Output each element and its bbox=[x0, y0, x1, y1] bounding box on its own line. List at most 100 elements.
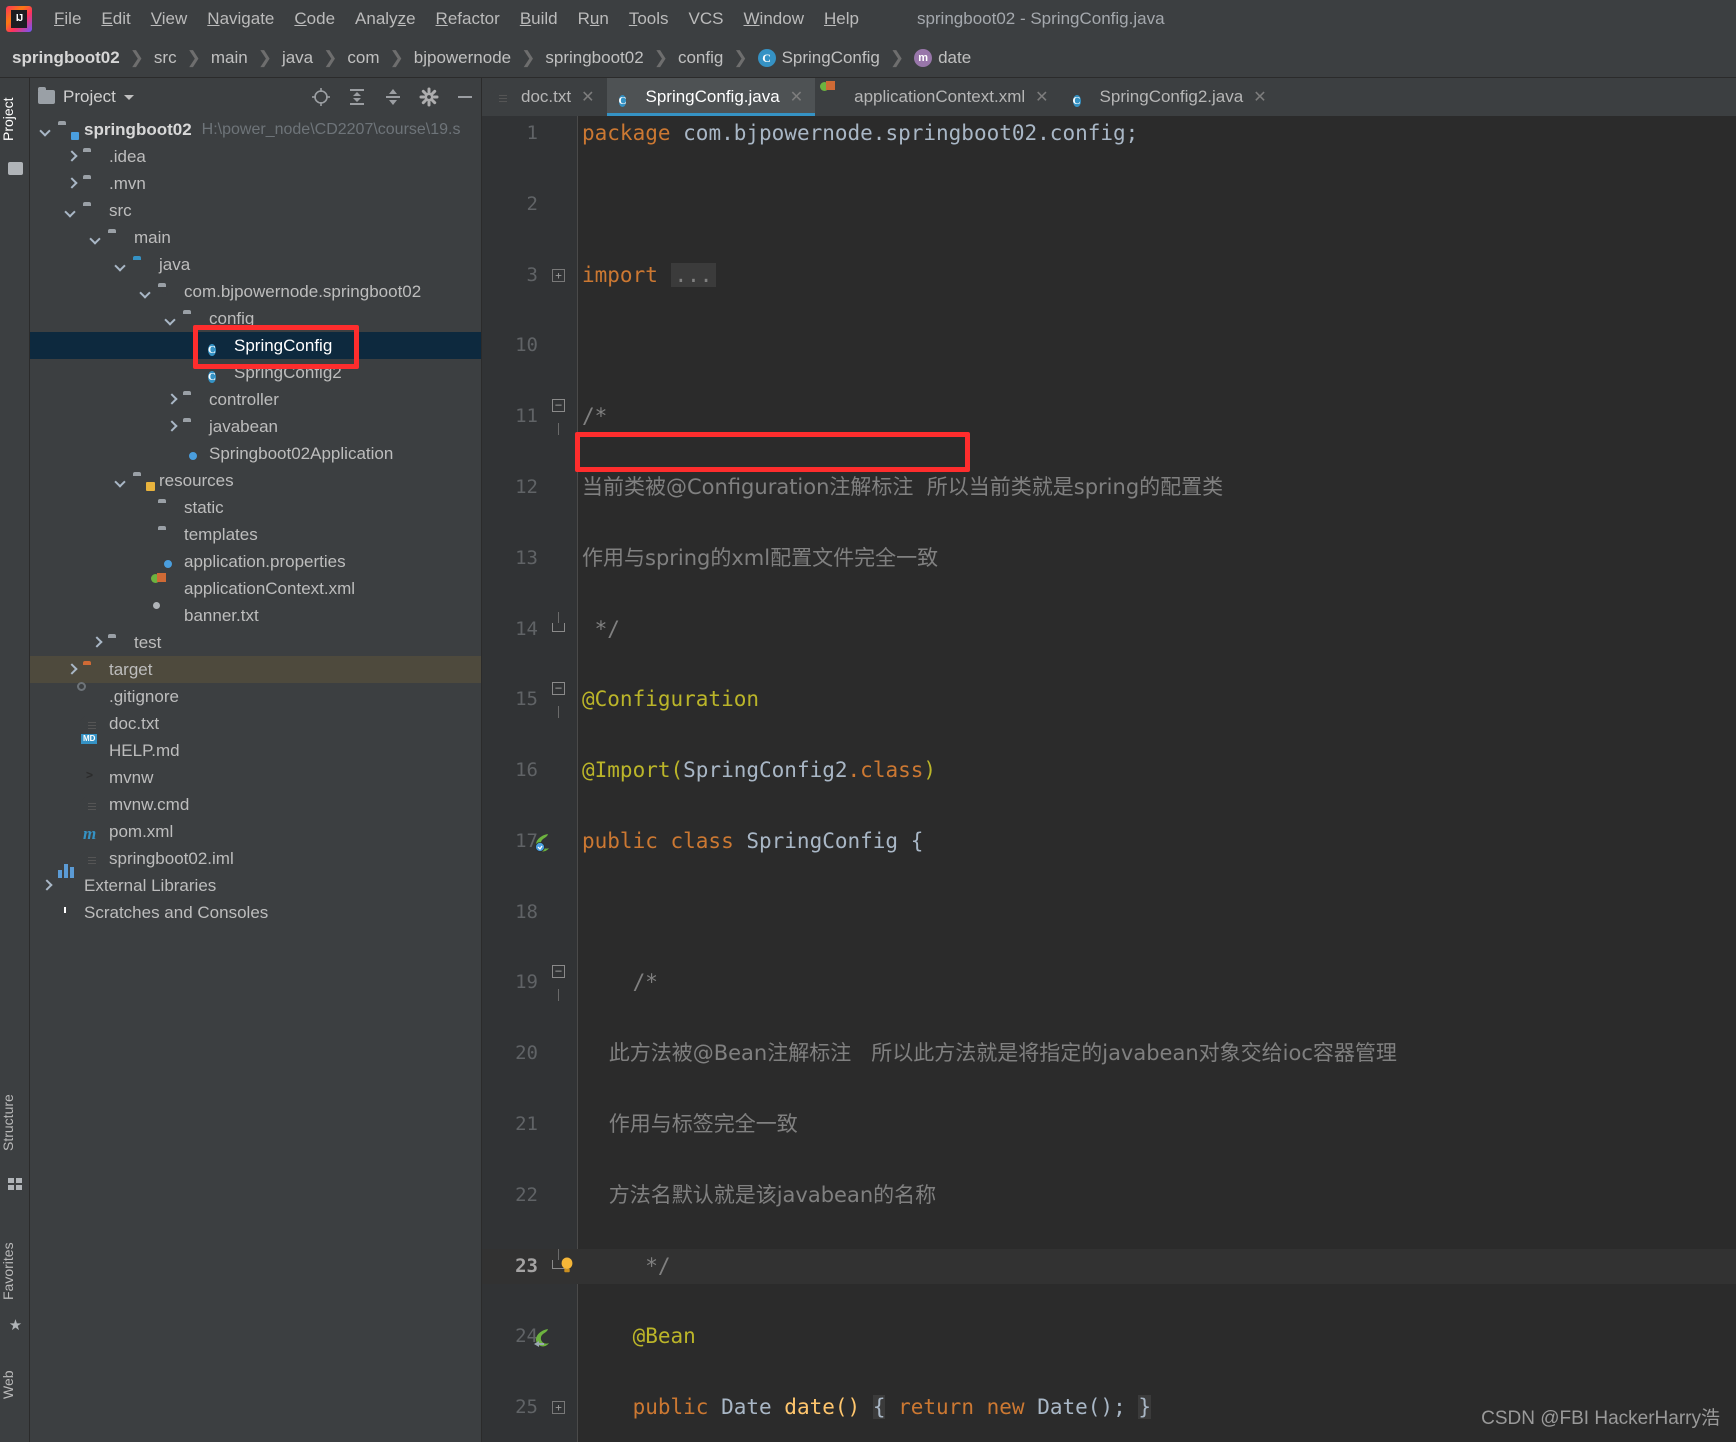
expand-all-icon[interactable] bbox=[347, 87, 367, 107]
menu-analyze[interactable]: Analyze bbox=[345, 7, 426, 31]
tree-node-src[interactable]: src bbox=[30, 197, 481, 224]
close-icon[interactable]: ✕ bbox=[790, 87, 803, 107]
tree-node-springconfig2[interactable]: C SpringConfig2 bbox=[30, 359, 481, 386]
expand-arrow-icon[interactable] bbox=[65, 664, 77, 676]
menu-window[interactable]: Window bbox=[734, 7, 814, 31]
tree-node-banner-txt[interactable]: banner.txt bbox=[30, 600, 481, 629]
code-editor[interactable]: 1 package com.bjpowernode.springboot02.co… bbox=[482, 116, 1736, 1442]
tree-node-com-bjpowernode-springboot02[interactable]: com.bjpowernode.springboot02 bbox=[30, 278, 481, 305]
tree-node--gitignore[interactable]: .gitignore bbox=[30, 681, 481, 710]
collapse-all-icon[interactable] bbox=[383, 87, 403, 107]
fold-expand-icon[interactable]: + bbox=[552, 1401, 565, 1415]
tree-node-target[interactable]: target bbox=[30, 656, 481, 683]
fold-collapse-icon[interactable]: − bbox=[552, 682, 565, 696]
tree-node-config[interactable]: config bbox=[30, 305, 481, 332]
menu-vcs[interactable]: VCS bbox=[679, 7, 734, 31]
close-icon[interactable]: ✕ bbox=[1253, 87, 1266, 107]
editor-tab-doc-txt[interactable]: doc.txt ✕ bbox=[482, 78, 607, 116]
menu-view[interactable]: View bbox=[141, 7, 198, 31]
expand-arrow-icon[interactable] bbox=[165, 313, 177, 325]
tree-node-mvnw[interactable]: mvnw bbox=[30, 764, 481, 791]
breadcrumb-item-com[interactable]: com bbox=[347, 48, 379, 68]
tree-node-doc-txt[interactable]: doc.txt bbox=[30, 710, 481, 737]
editor-tab-springconfig-java[interactable]: C SpringConfig.java ✕ bbox=[606, 78, 816, 116]
expand-arrow-icon[interactable] bbox=[90, 637, 102, 649]
breadcrumb-item-bjpowernode[interactable]: bjpowernode bbox=[414, 48, 511, 68]
expand-arrow-icon[interactable] bbox=[165, 421, 177, 433]
fold-collapse-icon[interactable]: − bbox=[552, 965, 565, 979]
breadcrumb-item-springconfig[interactable]: C SpringConfig bbox=[757, 48, 880, 68]
expand-arrow-icon[interactable] bbox=[165, 394, 177, 406]
tree-node-controller[interactable]: controller bbox=[30, 386, 481, 413]
expand-arrow-icon[interactable] bbox=[40, 880, 52, 892]
close-icon[interactable]: ✕ bbox=[1035, 87, 1048, 107]
tree-node-main[interactable]: main bbox=[30, 224, 481, 251]
menu-help[interactable]: Help bbox=[814, 7, 869, 31]
tree-node--idea[interactable]: .idea bbox=[30, 143, 481, 170]
breadcrumb-item-main[interactable]: main bbox=[211, 48, 248, 68]
expand-arrow-icon[interactable] bbox=[115, 475, 127, 487]
breadcrumb-item-springboot02[interactable]: springboot02 bbox=[12, 48, 120, 68]
tree-node-application-properties[interactable]: application.properties bbox=[30, 548, 481, 575]
breadcrumb-item-src[interactable]: src bbox=[154, 48, 177, 68]
tree-node-templates[interactable]: templates bbox=[30, 521, 481, 548]
menu-run[interactable]: Run bbox=[568, 7, 619, 31]
tree-node-javabean[interactable]: javabean bbox=[30, 413, 481, 440]
tree-node-springboot02-iml[interactable]: springboot02.iml bbox=[30, 845, 481, 872]
editor-tab-springconfig2-java[interactable]: C SpringConfig2.java ✕ bbox=[1061, 78, 1279, 116]
tree-node-mvnw-cmd[interactable]: mvnw.cmd bbox=[30, 791, 481, 818]
spring-bean-gutter-icon[interactable] bbox=[532, 1327, 552, 1348]
close-icon[interactable]: ✕ bbox=[581, 87, 594, 107]
no-arrow bbox=[190, 340, 202, 352]
tree-node-pom-xml[interactable]: m pom.xml bbox=[30, 818, 481, 845]
expand-arrow-icon[interactable] bbox=[115, 259, 127, 271]
menu-edit[interactable]: Edit bbox=[91, 7, 140, 31]
tree-node-help-md[interactable]: MD HELP.md bbox=[30, 733, 481, 764]
menu-tools[interactable]: Tools bbox=[619, 7, 679, 31]
expand-arrow-icon[interactable] bbox=[140, 286, 152, 298]
project-tree[interactable]: springboot02 H:\power_node\CD2207\course\… bbox=[30, 116, 481, 1442]
chevron-down-icon[interactable] bbox=[123, 94, 134, 100]
tree-node-springboot02application[interactable]: Springboot02Application bbox=[30, 440, 481, 467]
editor-tab-applicationcontext-xml[interactable]: applicationContext.xml ✕ bbox=[815, 78, 1060, 116]
tool-button-structure[interactable]: Structure bbox=[0, 1078, 30, 1168]
expand-arrow-icon[interactable] bbox=[65, 151, 77, 163]
breadcrumb-item-springboot02[interactable]: springboot02 bbox=[545, 48, 643, 68]
breadcrumb-item-date[interactable]: m date bbox=[914, 48, 971, 68]
expand-arrow-icon[interactable] bbox=[65, 205, 77, 217]
menu-navigate[interactable]: Navigate bbox=[197, 7, 284, 31]
expand-arrow-icon[interactable] bbox=[40, 124, 52, 136]
tree-node-springconfig[interactable]: C SpringConfig bbox=[30, 332, 481, 359]
tree-node-applicationcontext-xml[interactable]: applicationContext.xml bbox=[30, 573, 481, 602]
editor-tab-bar[interactable]: doc.txt ✕ C SpringConfig.java ✕ applicationCo… bbox=[482, 78, 1736, 116]
locate-icon[interactable] bbox=[311, 87, 331, 107]
hide-panel-icon[interactable] bbox=[455, 87, 475, 107]
menu-refactor[interactable]: Refactor bbox=[426, 7, 510, 31]
menu-code[interactable]: Code bbox=[284, 7, 345, 31]
intention-bulb-icon[interactable] bbox=[558, 1256, 576, 1276]
tree-node-resources[interactable]: resources bbox=[30, 467, 481, 494]
expand-arrow-icon[interactable] bbox=[65, 178, 77, 190]
menu-file[interactable]: File bbox=[44, 7, 91, 31]
line-number: 17 bbox=[515, 829, 538, 852]
tree-node-test[interactable]: test bbox=[30, 629, 481, 656]
fold-expand-icon[interactable]: + bbox=[552, 268, 565, 282]
tool-button-web[interactable]: Web bbox=[0, 1360, 30, 1410]
tool-button-project[interactable]: Project bbox=[0, 84, 30, 154]
fold-region-end-icon[interactable] bbox=[552, 622, 565, 632]
tool-button-favorites[interactable]: Favorites bbox=[0, 1226, 30, 1316]
tree-node--mvn[interactable]: .mvn bbox=[30, 170, 481, 197]
menu-build[interactable]: Build bbox=[510, 7, 568, 31]
package-icon bbox=[158, 284, 177, 300]
breadcrumb-item-java[interactable]: java bbox=[282, 48, 313, 68]
tree-node-static[interactable]: static bbox=[30, 494, 481, 521]
expand-arrow-icon[interactable] bbox=[90, 232, 102, 244]
gear-icon[interactable] bbox=[419, 87, 439, 107]
fold-collapse-icon[interactable]: − bbox=[552, 399, 565, 413]
tree-node-springboot02[interactable]: springboot02 H:\power_node\CD2207\course\… bbox=[30, 116, 481, 143]
tree-node-scratches-and-consoles[interactable]: Scratches and Consoles bbox=[30, 899, 481, 926]
tree-node-java[interactable]: java bbox=[30, 251, 481, 278]
tree-node-external-libraries[interactable]: External Libraries bbox=[30, 863, 481, 899]
spring-bean-gutter-icon[interactable] bbox=[532, 832, 552, 852]
breadcrumb-item-config[interactable]: config bbox=[678, 48, 723, 68]
